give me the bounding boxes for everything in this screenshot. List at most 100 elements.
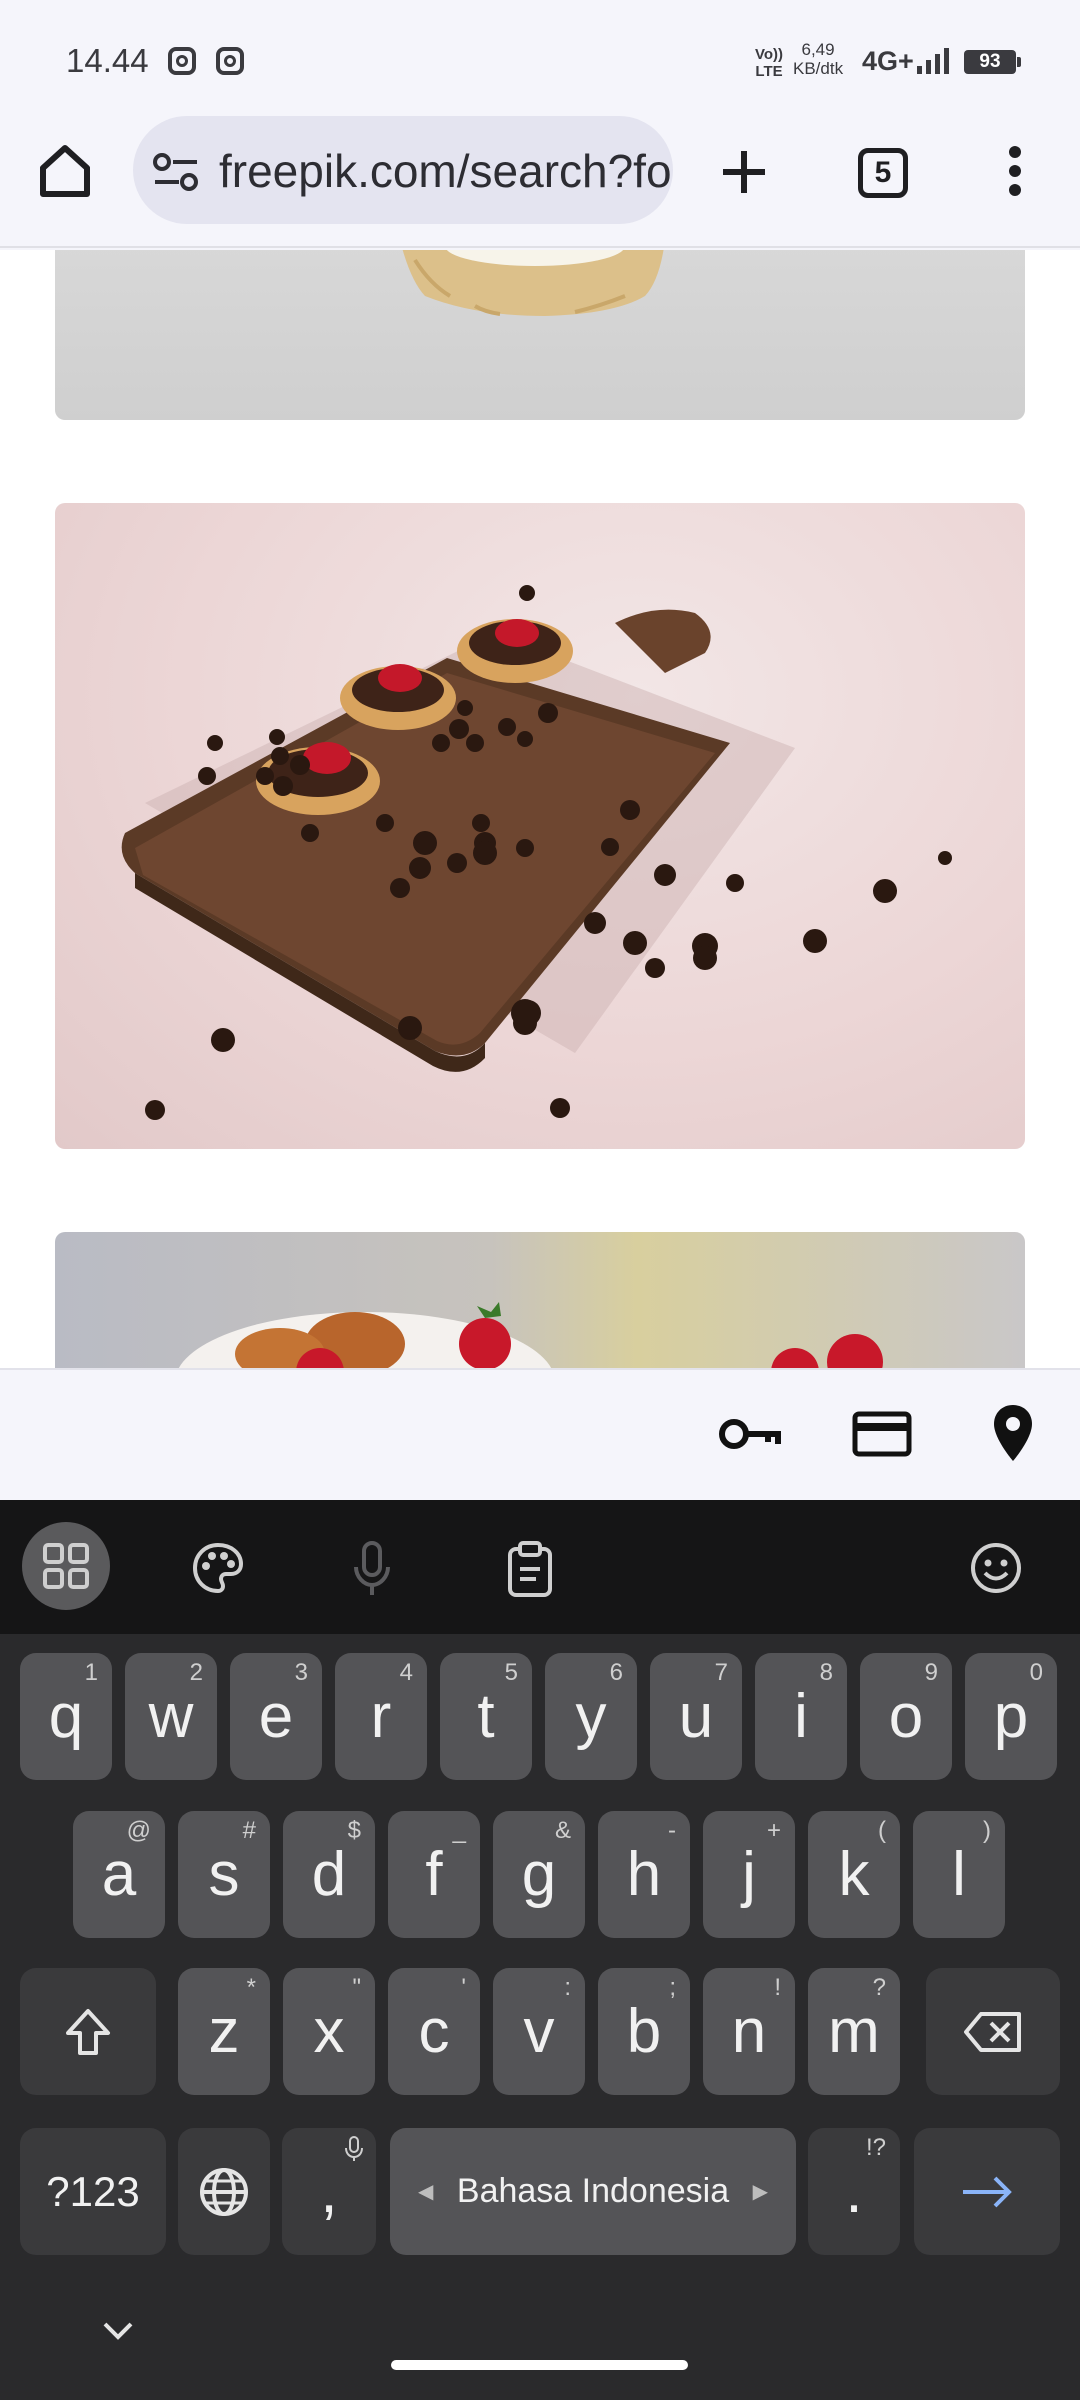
status-bar: 14.44 Vo)) LTE 6,49 KB/dtk 4G+ 93 — [0, 0, 1080, 118]
key-hint: _ — [452, 1817, 466, 1844]
microphone-icon — [345, 2136, 363, 2161]
comma-key[interactable]: , — [282, 2128, 376, 2255]
key-e[interactable]: 3e — [230, 1653, 322, 1780]
key-hint: ' — [461, 1974, 466, 2001]
key-hint: ( — [878, 1817, 886, 1844]
enter-key[interactable] — [914, 2128, 1060, 2255]
key-icon[interactable] — [718, 1406, 782, 1462]
key-label: i — [794, 1682, 808, 1751]
space-key[interactable]: ◀ Bahasa Indonesia ▶ — [390, 2128, 796, 2255]
key-hint: * — [246, 1974, 256, 2001]
key-a[interactable]: @ a — [73, 1811, 165, 1938]
speed-unit: KB/dtk — [793, 59, 844, 78]
key-i[interactable]: 8i — [755, 1653, 847, 1780]
key-label: e — [258, 1682, 294, 1751]
shift-icon — [66, 2008, 110, 2055]
key-k[interactable]: (k — [808, 1811, 900, 1938]
key-label: j — [742, 1840, 756, 1909]
key-d[interactable]: $ d — [283, 1811, 375, 1938]
key-v[interactable]: :v — [493, 1968, 585, 2095]
key-hint: ; — [669, 1974, 676, 2001]
key-label: l — [952, 1840, 966, 1909]
key-label: o — [888, 1682, 924, 1751]
key-hint: 1 — [84, 1659, 98, 1686]
language-key[interactable] — [178, 2128, 270, 2255]
key-hint: ! — [774, 1974, 781, 2001]
microphone-icon[interactable] — [350, 1540, 394, 1598]
symbols-key[interactable]: ?123 — [20, 2128, 166, 2255]
key-j[interactable]: + j — [703, 1811, 795, 1938]
network-speed: 6,49 KB/dtk — [793, 40, 843, 80]
key-hint: @ — [126, 1817, 151, 1844]
key-hint: $ — [347, 1817, 361, 1844]
key-u[interactable]: 7u — [650, 1653, 742, 1780]
key-y[interactable]: 6y — [545, 1653, 637, 1780]
shift-key[interactable] — [20, 1968, 156, 2095]
key-o[interactable]: 9o — [860, 1653, 952, 1780]
palette-icon[interactable] — [190, 1540, 246, 1596]
backspace-icon — [964, 2011, 1021, 2052]
key-s[interactable]: # s — [178, 1811, 270, 1938]
url-text: freepik.com/search?format=search&query= — [219, 145, 673, 197]
key-g[interactable]: & g — [493, 1811, 585, 1938]
key-label: d — [311, 1840, 347, 1909]
location-pin-icon[interactable] — [990, 1402, 1036, 1464]
new-tab-icon[interactable] — [718, 146, 770, 198]
space-label: Bahasa Indonesia — [456, 2172, 730, 2210]
key-q[interactable]: 1q — [20, 1653, 112, 1780]
key-w[interactable]: 2w — [125, 1653, 217, 1780]
key-hint: & — [554, 1817, 571, 1844]
search-result-image[interactable] — [55, 250, 1025, 420]
key-hint: - — [668, 1817, 676, 1844]
key-p[interactable]: 0p — [965, 1653, 1057, 1780]
hide-keyboard-icon[interactable] — [96, 2316, 140, 2346]
key-r[interactable]: 4r — [335, 1653, 427, 1780]
key-label: y — [575, 1682, 607, 1751]
instagram-notification-icon — [216, 47, 244, 75]
search-result-image[interactable] — [55, 1232, 1025, 1370]
volte-indicator: Vo)) LTE — [755, 46, 783, 86]
key-b[interactable]: ; b — [598, 1968, 690, 2095]
home-icon[interactable] — [36, 140, 94, 202]
tab-switcher-button[interactable]: 5 — [858, 148, 908, 198]
key-h[interactable]: -h — [598, 1811, 690, 1938]
site-settings-icon[interactable] — [153, 152, 199, 192]
clipboard-icon[interactable] — [504, 1540, 556, 1598]
key-l[interactable]: ) l — [913, 1811, 1005, 1938]
emoji-icon[interactable] — [968, 1540, 1024, 1596]
key-hint: # — [242, 1817, 256, 1844]
period-key[interactable]: . !? — [808, 2128, 900, 2255]
search-result-image[interactable] — [55, 503, 1025, 1149]
key-label: x — [313, 1997, 345, 2066]
key-f[interactable]: _ f — [388, 1811, 480, 1938]
lte-label: LTE — [755, 63, 783, 80]
key-label: m — [828, 1997, 880, 2066]
key-c[interactable]: ' c — [388, 1968, 480, 2095]
key-x[interactable]: " x — [283, 1968, 375, 2095]
signal-icon — [917, 48, 949, 74]
key-m[interactable]: ? m — [808, 1968, 900, 2095]
key-hint: ) — [983, 1817, 991, 1844]
home-indicator[interactable] — [391, 2360, 688, 2370]
key-label: w — [148, 1682, 194, 1751]
autofill-bar — [0, 1368, 1080, 1500]
period-label: . — [845, 2157, 863, 2226]
key-hint: 7 — [714, 1659, 728, 1686]
address-bar[interactable]: freepik.com/search?format=search&query= — [133, 116, 673, 224]
key-label: v — [523, 1997, 555, 2066]
key-t[interactable]: 5t — [440, 1653, 532, 1780]
key-z[interactable]: * z — [178, 1968, 270, 2095]
backspace-key[interactable] — [926, 1968, 1060, 2095]
arrow-right-icon — [963, 2176, 1012, 2207]
credit-card-icon[interactable] — [852, 1408, 912, 1460]
more-options-icon[interactable] — [1000, 144, 1030, 198]
comma-label: , — [320, 2157, 338, 2226]
key-label: c — [418, 1997, 450, 2066]
key-label: q — [48, 1682, 84, 1751]
key-n[interactable]: ! n — [703, 1968, 795, 2095]
screen: 14.44 Vo)) LTE 6,49 KB/dtk 4G+ 93 freepi… — [0, 0, 1080, 2400]
apps-grid-icon[interactable] — [22, 1522, 110, 1610]
key-label: k — [838, 1840, 870, 1909]
key-hint: 5 — [504, 1659, 518, 1686]
key-label: t — [477, 1682, 495, 1751]
